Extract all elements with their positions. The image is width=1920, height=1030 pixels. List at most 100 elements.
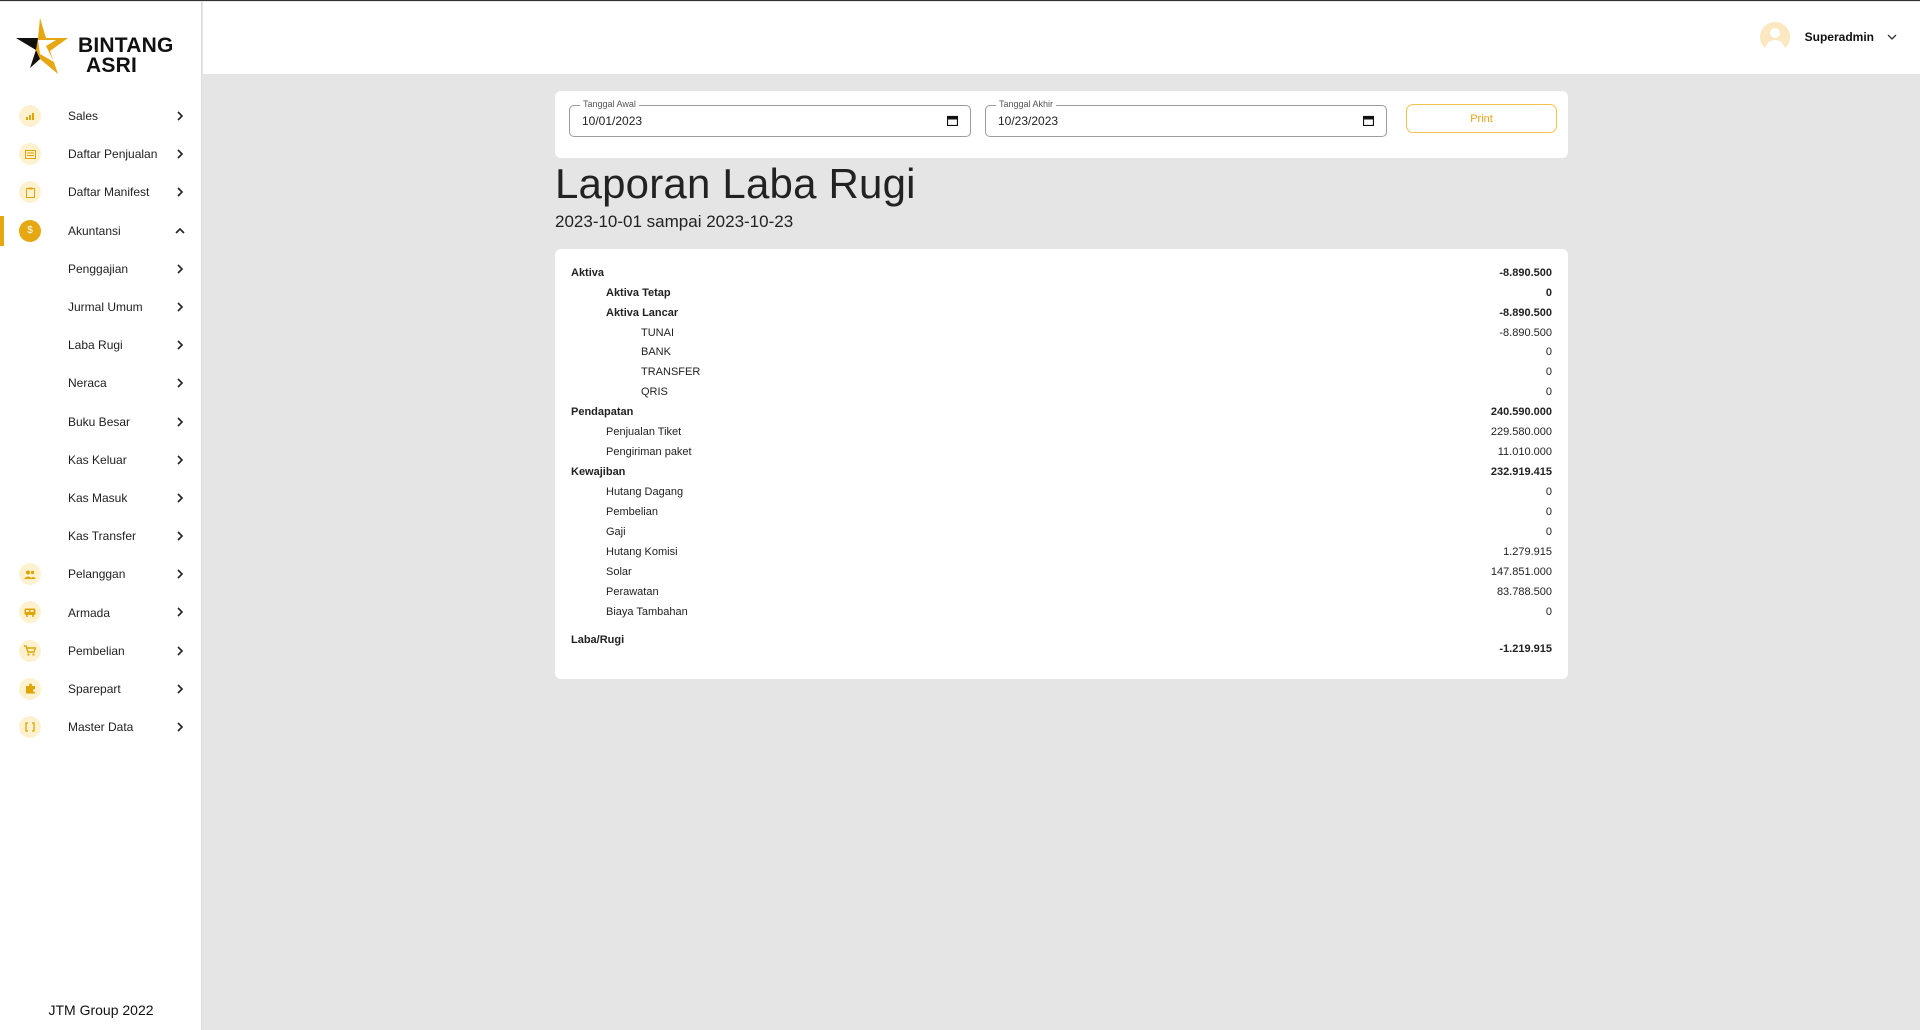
row-value: 240.590.000 [1490, 406, 1552, 418]
sidebar-item-laba-rugi[interactable]: Laba Rugi [0, 326, 202, 364]
chevron-right-icon [177, 378, 184, 388]
sidebar-item-label: Armada [68, 605, 111, 620]
sidebar-item-daftar-penjualan[interactable]: Daftar Penjualan [0, 135, 202, 173]
chevron-right-icon [177, 264, 184, 274]
report-row-aktiva: Aktiva -8.890.500 [571, 264, 1552, 284]
end-date-input[interactable] [998, 114, 1318, 128]
row-value: 1.279.915 [1503, 546, 1552, 558]
row-value: 0 [1545, 346, 1552, 358]
sidebar-item-neraca[interactable]: Neraca [0, 364, 202, 402]
row-name: Perawatan [606, 586, 659, 598]
row-value: -8.890.500 [1499, 327, 1552, 339]
total-value: -1.219.915 [1499, 643, 1552, 655]
calendar-icon[interactable] [947, 115, 958, 126]
report-row-tunai: TUNAI -8.890.500 [571, 324, 1552, 344]
row-name: Pengiriman paket [606, 446, 692, 458]
sidebar-item-sparepart[interactable]: Sparepart [0, 670, 202, 708]
report-row-gaji: Gaji 0 [571, 523, 1552, 543]
row-name: Aktiva Tetap [606, 287, 671, 299]
chevron-right-icon [177, 722, 184, 732]
start-date-label: Tanggal Awal [580, 99, 639, 109]
report-row-hutang-komisi: Hutang Komisi 1.279.915 [571, 543, 1552, 563]
row-name: Pendapatan [571, 406, 634, 418]
calendar-icon[interactable] [1363, 115, 1374, 126]
report-row-pengiriman-paket: Pengiriman paket 11.010.000 [571, 443, 1552, 463]
sidebar-item-armada[interactable]: Armada [0, 593, 202, 631]
row-value: 11.010.000 [1497, 446, 1552, 458]
star-logo-icon [16, 18, 68, 74]
start-date-field[interactable]: Tanggal Awal [569, 99, 971, 137]
sidebar-item-label: Sales [68, 109, 99, 124]
row-value: 229.580.000 [1490, 426, 1552, 438]
chart-icon [19, 105, 41, 127]
row-value: 0 [1545, 526, 1552, 538]
page-title: Laporan Laba Rugi [555, 160, 916, 207]
end-date-field[interactable]: Tanggal Akhir [985, 99, 1387, 137]
sidebar-item-kas-transfer[interactable]: Kas Transfer [0, 517, 202, 555]
chevron-right-icon [177, 569, 184, 579]
filter-card: Tanggal Awal Tanggal Akhir Print [555, 91, 1568, 158]
user-name[interactable]: Superadmin [1805, 30, 1874, 44]
row-value: 0 [1545, 486, 1552, 498]
users-icon [19, 563, 41, 586]
row-value: 147.851.000 [1490, 566, 1552, 578]
brand-line-1: BINTANG [78, 34, 174, 57]
chevron-right-icon [177, 416, 184, 427]
sidebar-item-master-data[interactable]: Master Data [0, 708, 202, 746]
row-value: -8.890.500 [1499, 307, 1552, 319]
report-row-hutang-dagang: Hutang Dagang 0 [571, 483, 1552, 503]
sidebar-nav: Sales Daftar Penjualan Daftar Manifest $… [0, 97, 202, 746]
sidebar-item-label: Penggajian [68, 261, 129, 276]
sidebar-item-label: Laba Rugi [68, 338, 123, 353]
sidebar-item-buku-besar[interactable]: Buku Besar [0, 403, 202, 441]
sidebar-item-pelanggan[interactable]: Pelanggan [0, 555, 202, 593]
row-name: BANK [641, 346, 671, 358]
bus-icon [19, 601, 41, 624]
sidebar-item-label: Kas Keluar [68, 452, 127, 467]
chevron-right-icon [177, 684, 184, 694]
user-menu[interactable]: Superadmin [1759, 22, 1898, 52]
chevron-right-icon [177, 340, 184, 350]
brackets-icon [19, 716, 41, 738]
row-value: 232.919.415 [1490, 466, 1552, 478]
row-name: Aktiva Lancar [606, 307, 679, 319]
sidebar-item-label: Neraca [68, 376, 107, 391]
report-row-transfer: TRANSFER 0 [571, 363, 1552, 383]
sidebar-item-label: Master Data [68, 720, 134, 735]
sidebar-item-akuntansi[interactable]: $ Akuntansi [0, 212, 202, 250]
avatar[interactable] [1759, 22, 1790, 52]
sidebar-item-daftar-manifest[interactable]: Daftar Manifest [0, 173, 202, 211]
sidebar-item-label: Sparepart [68, 681, 121, 696]
chevron-right-icon [177, 607, 184, 618]
report-row-biaya-tambahan: Biaya Tambahan 0 [571, 603, 1552, 623]
sidebar-item-kas-masuk[interactable]: Kas Masuk [0, 479, 202, 517]
chevron-right-icon [177, 149, 184, 159]
brand-name: BINTANG ASRI [78, 34, 174, 77]
dollar-icon: $ [19, 219, 41, 242]
brand-logo[interactable]: BINTANG ASRI [16, 18, 191, 76]
sidebar: BINTANG ASRI Sales Daftar Penjualan Daft… [0, 2, 202, 1030]
report-row-kewajiban: Kewajiban 232.919.415 [571, 463, 1552, 483]
row-name: Gaji [606, 526, 626, 538]
brand-line-2: ASRI [86, 54, 137, 77]
row-name: Hutang Komisi [606, 546, 678, 558]
row-value: 0 [1545, 287, 1552, 299]
row-value: 0 [1545, 366, 1552, 378]
sidebar-item-label: Buku Besar [68, 414, 131, 429]
sidebar-item-jurmal-umum[interactable]: Jurmal Umum [0, 288, 202, 326]
start-date-input[interactable] [582, 114, 902, 128]
chevron-right-icon [177, 531, 184, 541]
chevron-down-icon[interactable] [1886, 31, 1898, 43]
report-row-penjualan-tiket: Penjualan Tiket 229.580.000 [571, 423, 1552, 443]
sidebar-item-penggajian[interactable]: Penggajian [0, 250, 202, 288]
row-name: TRANSFER [641, 366, 701, 378]
chevron-right-icon [177, 493, 184, 503]
sidebar-item-pembelian[interactable]: Pembelian [0, 632, 202, 670]
chevron-right-icon [177, 111, 184, 121]
print-button[interactable]: Print [1406, 104, 1557, 133]
report-row-aktiva-tetap: Aktiva Tetap 0 [571, 284, 1552, 304]
chevron-right-icon [177, 187, 184, 197]
sidebar-item-kas-keluar[interactable]: Kas Keluar [0, 441, 202, 479]
report-row-pembelian: Pembelian 0 [571, 503, 1552, 523]
sidebar-item-sales[interactable]: Sales [0, 97, 202, 135]
